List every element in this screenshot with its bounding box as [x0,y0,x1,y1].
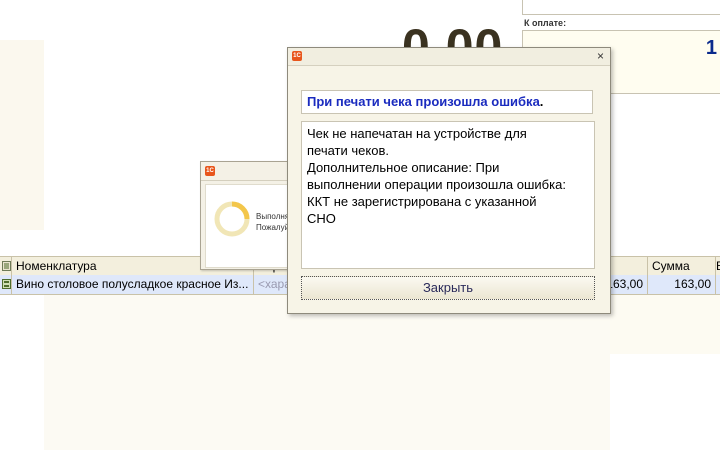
column-header-extra[interactable]: Е [716,257,720,275]
app-icon: 1C [205,166,215,176]
lower-panel [44,294,610,450]
spinner-icon [214,201,250,237]
product-icon [2,279,11,289]
cell-nomenclature[interactable]: Вино столовое полусладкое красное Из... [12,275,254,294]
dialog-titlebar[interactable]: 1C × [288,48,610,66]
pay-label: К оплате: [524,18,567,28]
error-line: ККТ не зарегистрирована с указанной [307,194,537,209]
error-line: Чек не напечатан на устройстве для [307,126,527,141]
cell-sum[interactable]: 163,00 [648,275,716,294]
error-line: выполнении операции произошла ошибка: [307,177,566,192]
error-dialog: 1C × При печати чека произошла ошибка. Ч… [287,47,611,314]
right-lower-panel [610,294,720,354]
error-line: СНО [307,211,336,226]
close-icon[interactable]: × [597,49,604,63]
app-icon: 1C [292,51,302,61]
error-message[interactable]: Чек не напечатан на устройстве для печат… [301,121,595,269]
top-field[interactable] [522,0,720,15]
wait-text: Выполня Пожалуй [256,212,290,232]
wait-body: Выполня Пожалуй [205,184,293,268]
table-header-icon-cell [0,257,12,275]
left-panel [0,40,44,230]
wait-titlebar: 1C [201,162,293,181]
row-icon-cell [0,275,12,294]
pay-value: 1 [705,37,717,59]
table-icon [2,261,11,271]
error-line: Дополнительное описание: При [307,160,500,175]
wait-window: 1C Выполня Пожалуй [200,161,294,270]
error-title: При печати чека произошла ошибка. [301,90,593,114]
column-header-sum[interactable]: Сумма [648,257,716,275]
close-button[interactable]: Закрыть [301,276,595,300]
error-line: печати чеков. [307,143,389,158]
